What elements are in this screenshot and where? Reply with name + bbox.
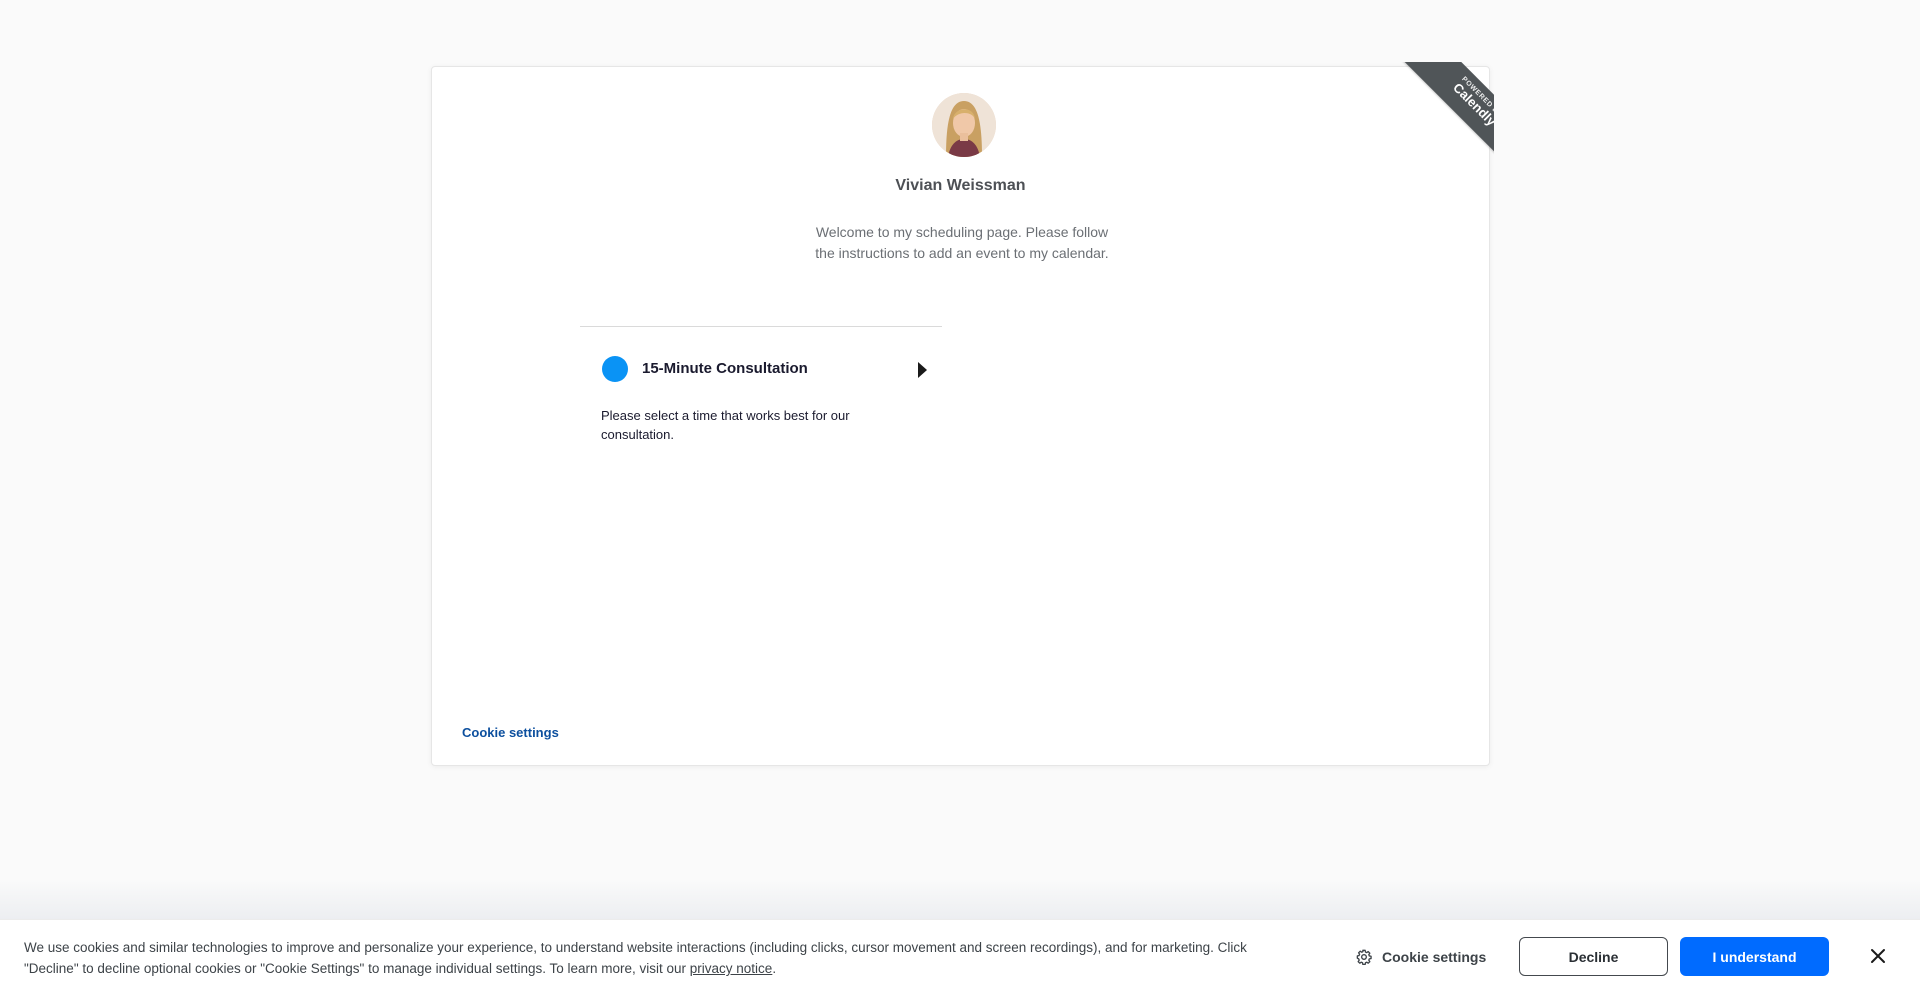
cookie-banner-text: We use cookies and similar technologies …	[24, 937, 1294, 979]
privacy-notice-link[interactable]: privacy notice	[690, 961, 773, 976]
cookie-banner-message: We use cookies and similar technologies …	[24, 940, 1247, 976]
event-title: 15-Minute Consultation	[642, 360, 808, 377]
close-banner-button[interactable]	[1866, 944, 1890, 968]
event-type-15-minute-consultation[interactable]: 15-Minute Consultation	[600, 351, 940, 387]
scheduling-card: Powered by Calendly Vivian Weissman Welc…	[431, 62, 1494, 766]
event-divider	[580, 326, 942, 327]
host-name: Vivian Weissman	[895, 177, 1026, 194]
event-description: Please select a time that works best for…	[601, 408, 850, 442]
ribbon-band[interactable]: Powered by Calendly	[1400, 62, 1494, 168]
decline-button[interactable]: Decline	[1519, 937, 1668, 976]
close-icon	[1871, 949, 1885, 963]
powered-by-calendly-ribbon[interactable]: Powered by Calendly	[1388, 62, 1494, 168]
host-avatar	[932, 93, 996, 157]
event-color-dot	[602, 356, 628, 382]
i-understand-button[interactable]: I understand	[1680, 937, 1829, 976]
gear-icon	[1356, 949, 1372, 965]
banner-shadow	[0, 880, 1920, 920]
cookie-settings-label: Cookie settings	[1382, 949, 1487, 965]
welcome-message: Welcome to my scheduling page. Please fo…	[815, 224, 1109, 261]
avatar-image	[932, 93, 996, 157]
cookie-settings-link[interactable]: Cookie settings	[462, 725, 559, 740]
caret-right-icon	[918, 362, 927, 378]
cookie-banner: We use cookies and similar technologies …	[0, 919, 1920, 993]
ribbon-brand: Calendly	[1450, 79, 1494, 129]
cookie-banner-message-end: .	[772, 961, 777, 976]
cookie-settings-button[interactable]: Cookie settings	[1356, 946, 1486, 968]
